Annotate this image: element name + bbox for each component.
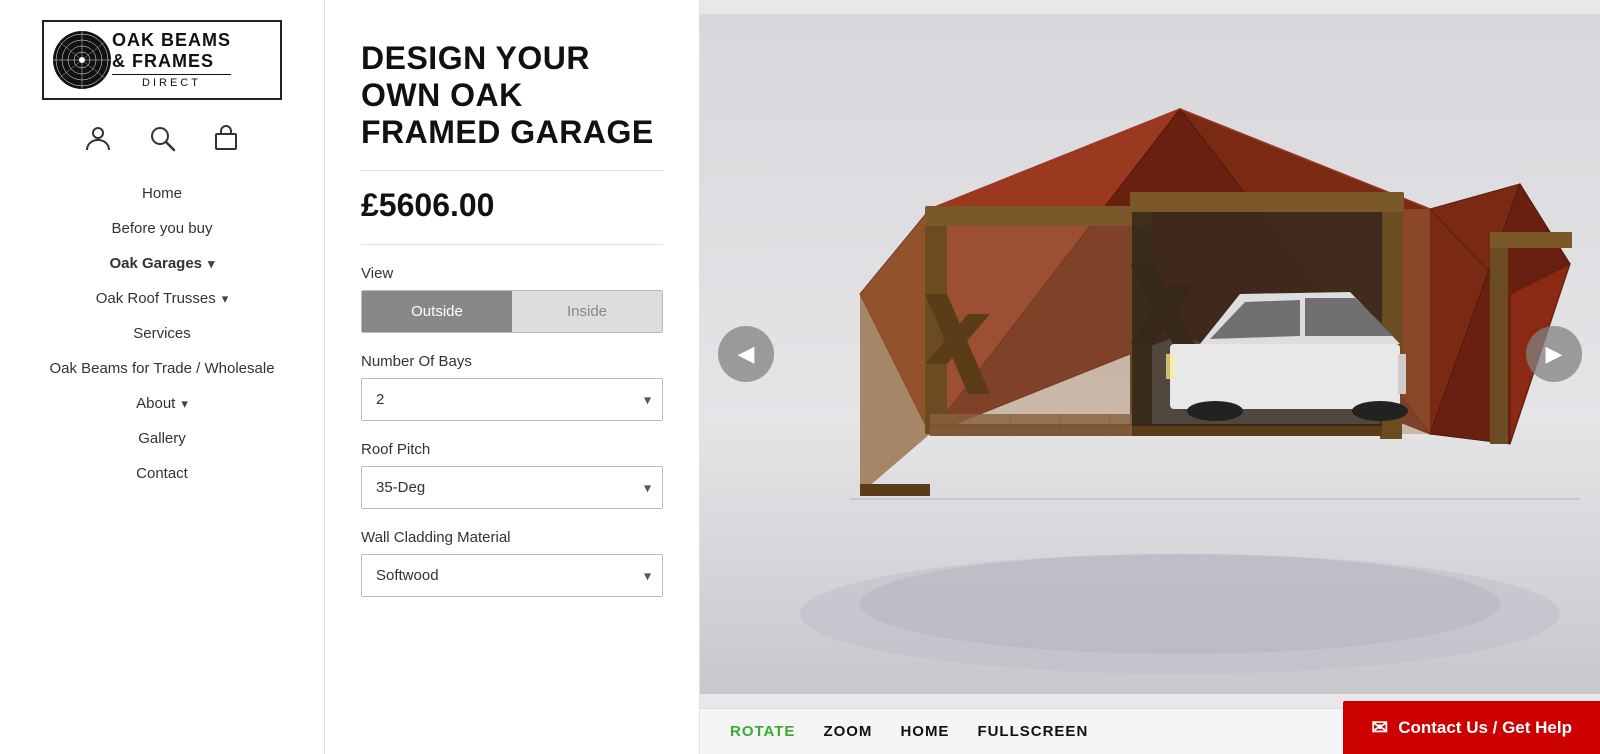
view-outside-button[interactable]: Outside <box>362 291 512 332</box>
bays-label: Number Of Bays <box>361 353 663 370</box>
bays-select[interactable]: 1 2 3 4 5 <box>361 378 663 421</box>
viewer-right-arrow[interactable]: ▶ <box>1526 326 1582 382</box>
price-display: £5606.00 <box>361 187 663 224</box>
logo-line2: & FRAMES <box>112 51 231 72</box>
contact-bar[interactable]: ✉ Contact Us / Get Help <box>1343 701 1600 754</box>
nav-about[interactable]: About ▾ <box>0 386 324 421</box>
wall-select[interactable]: Softwood Hardwood None <box>361 554 663 597</box>
bays-wrapper: 1 2 3 4 5 ▾ <box>361 378 663 421</box>
content-divider <box>361 244 663 245</box>
nav-services[interactable]: Services <box>0 316 324 351</box>
user-icon[interactable] <box>84 124 112 152</box>
garage-3d-view <box>700 0 1600 708</box>
pitch-select[interactable]: 25-Deg 30-Deg 35-Deg 40-Deg 45-Deg <box>361 466 663 509</box>
nav-menu: Home Before you buy Oak Garages ▾ Oak Ro… <box>0 176 324 491</box>
wall-label: Wall Cladding Material <box>361 529 663 546</box>
logo-text: OAK BEAMS & FRAMES DIRECT <box>112 30 231 89</box>
cart-icon[interactable] <box>212 124 240 152</box>
view-label: View <box>361 265 663 282</box>
sidebar: OAK BEAMS & FRAMES DIRECT Home Befo <box>0 0 325 754</box>
nav-oak-roof-trusses[interactable]: Oak Roof Trusses ▾ <box>0 281 324 316</box>
logo-line1: OAK BEAMS <box>112 30 231 51</box>
mail-icon: ✉ <box>1371 715 1388 740</box>
logo-line3: DIRECT <box>112 74 231 90</box>
pitch-label: Roof Pitch <box>361 441 663 458</box>
view-inside-button[interactable]: Inside <box>512 291 662 332</box>
viewer-canvas: ◀ <box>700 0 1600 708</box>
logo-tree-icon <box>52 30 112 90</box>
nav-home[interactable]: Home <box>0 176 324 211</box>
view-toggle: Outside Inside <box>361 290 663 333</box>
fullscreen-button[interactable]: FULLSCREEN <box>977 723 1088 740</box>
viewer-left-arrow[interactable]: ◀ <box>718 326 774 382</box>
page-title: DESIGN YOUR OWN OAK FRAMED GARAGE <box>361 40 663 150</box>
zoom-button[interactable]: ZOOM <box>823 723 872 740</box>
nav-gallery[interactable]: Gallery <box>0 421 324 456</box>
viewer-area: ◀ <box>700 0 1600 754</box>
pitch-wrapper: 25-Deg 30-Deg 35-Deg 40-Deg 45-Deg ▾ <box>361 466 663 509</box>
icon-row <box>84 124 240 152</box>
logo[interactable]: OAK BEAMS & FRAMES DIRECT <box>42 20 282 100</box>
nav-oak-garages-arrow: ▾ <box>208 256 215 272</box>
rotate-button[interactable]: ROTATE <box>730 723 795 740</box>
nav-oak-garages[interactable]: Oak Garages ▾ <box>0 246 324 281</box>
search-icon[interactable] <box>148 124 176 152</box>
main-content: DESIGN YOUR OWN OAK FRAMED GARAGE £5606.… <box>325 0 700 754</box>
wall-wrapper: Softwood Hardwood None ▾ <box>361 554 663 597</box>
contact-bar-label: Contact Us / Get Help <box>1398 718 1572 738</box>
home-button[interactable]: HOME <box>900 723 949 740</box>
nav-contact[interactable]: Contact <box>0 456 324 491</box>
price-divider <box>361 170 663 171</box>
nav-before-you-buy[interactable]: Before you buy <box>0 211 324 246</box>
nav-oak-beams-trade[interactable]: Oak Beams for Trade / Wholesale <box>0 351 324 386</box>
nav-about-arrow: ▾ <box>181 396 188 412</box>
nav-oak-roof-trusses-arrow: ▾ <box>222 291 229 307</box>
